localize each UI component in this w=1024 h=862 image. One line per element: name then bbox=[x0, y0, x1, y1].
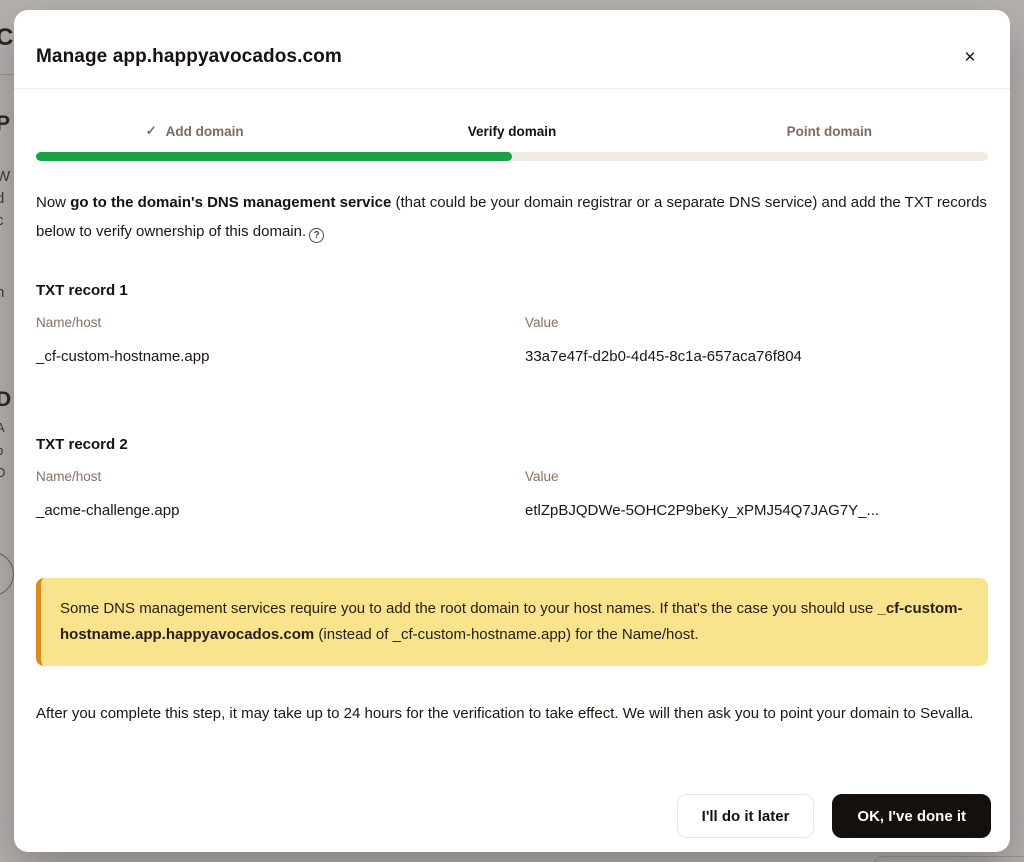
progress-fill bbox=[36, 152, 512, 161]
step-verify-domain: Verify domain bbox=[353, 123, 670, 139]
ill-do-it-later-button[interactable]: I'll do it later bbox=[677, 794, 815, 838]
step-point-domain: Point domain bbox=[671, 123, 988, 139]
modal-content: ✓ Add domain Verify domain Point domain … bbox=[14, 123, 1010, 728]
modal-footer: I'll do it later OK, I've done it bbox=[677, 794, 991, 838]
instruction-prefix: Now bbox=[36, 194, 70, 211]
txt-record-1-labels: Name/host Value bbox=[36, 315, 988, 330]
note-period: . bbox=[969, 705, 973, 722]
progress-bar-track bbox=[36, 152, 988, 161]
step-label: Add domain bbox=[166, 124, 244, 139]
help-icon[interactable]: ? bbox=[309, 228, 324, 243]
txt-record-1-heading: TXT record 1 bbox=[36, 282, 988, 299]
header-divider bbox=[14, 88, 1010, 89]
instruction-text: Now go to the domain's DNS management se… bbox=[36, 188, 988, 246]
step-add-domain: ✓ Add domain bbox=[36, 123, 353, 139]
instruction-bold: go to the domain's DNS management servic… bbox=[70, 194, 391, 211]
txt-record-2-heading: TXT record 2 bbox=[36, 436, 988, 453]
brand-name: Sevalla bbox=[920, 705, 969, 722]
verification-time-note: After you complete this step, it may tak… bbox=[36, 699, 988, 728]
txt-record-2-value: etlZpBJQDWe-5OHC2P9beKy_xPMJ54Q7JAG7Y_..… bbox=[525, 502, 988, 519]
step-label: Point domain bbox=[787, 124, 873, 139]
txt-record-2-name: _acme-challenge.app bbox=[36, 502, 525, 519]
step-label: Verify domain bbox=[468, 124, 557, 139]
note-text: After you complete this step, it may tak… bbox=[36, 705, 920, 722]
modal-title: Manage app.happyavocados.com bbox=[36, 46, 342, 68]
ok-ive-done-it-button[interactable]: OK, I've done it bbox=[832, 794, 991, 838]
txt-record-2-labels: Name/host Value bbox=[36, 469, 988, 484]
name-host-label: Name/host bbox=[36, 315, 525, 330]
value-label: Value bbox=[525, 469, 988, 484]
manage-domain-modal: Manage app.happyavocados.com ✕ ✓ Add dom… bbox=[14, 10, 1010, 852]
txt-record-2-values: _acme-challenge.app etlZpBJQDWe-5OHC2P9b… bbox=[36, 502, 988, 519]
txt-record-1-value: 33a7e47f-d2b0-4d45-8c1a-657aca76f804 bbox=[525, 348, 988, 365]
close-icon[interactable]: ✕ bbox=[956, 44, 984, 72]
value-label: Value bbox=[525, 315, 988, 330]
alert-text: Some DNS management services require you… bbox=[60, 600, 877, 617]
check-icon: ✓ bbox=[146, 123, 157, 139]
modal-header: Manage app.happyavocados.com ✕ bbox=[14, 10, 1010, 88]
name-host-label: Name/host bbox=[36, 469, 525, 484]
alert-text: (instead of _cf-custom-hostname.app) for… bbox=[314, 626, 698, 643]
txt-record-1-values: _cf-custom-hostname.app 33a7e47f-d2b0-4d… bbox=[36, 348, 988, 365]
txt-record-1-name: _cf-custom-hostname.app bbox=[36, 348, 525, 365]
wizard-stepper: ✓ Add domain Verify domain Point domain bbox=[36, 123, 988, 139]
dns-root-domain-alert: Some DNS management services require you… bbox=[36, 578, 988, 666]
